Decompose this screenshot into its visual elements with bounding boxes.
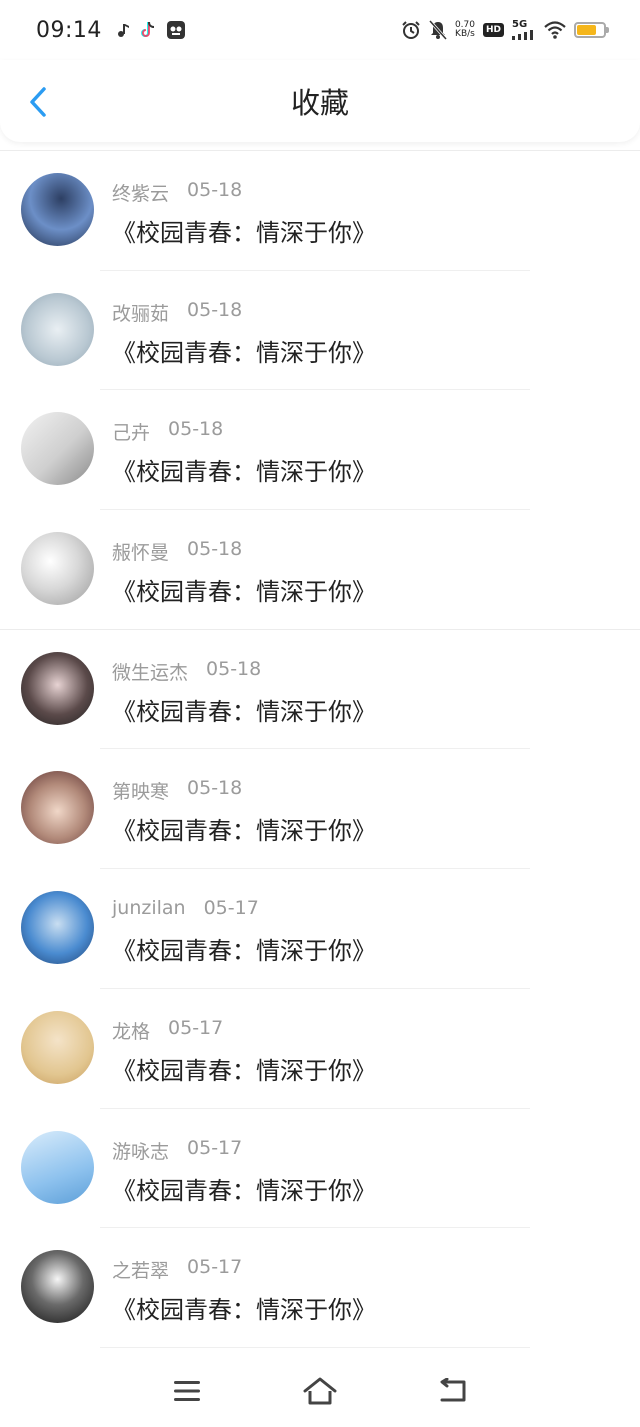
item-meta: 己卉 05-18 [112,418,223,445]
system-nav-bar [0,1355,640,1427]
avatar[interactable] [21,651,94,725]
item-date: 05-17 [168,1016,224,1039]
favorite-item[interactable]: 己卉 05-18 《校园青春：情深于你》 [0,390,640,511]
item-title[interactable]: 《校园青春：情深于你》 [112,1171,376,1206]
item-title[interactable]: 《校园青春：情深于你》 [112,572,376,607]
item-meta: 微生运杰 05-18 [112,658,261,685]
header-bar: 收藏 [0,60,640,142]
avatar[interactable] [21,532,94,606]
home-button[interactable] [300,1371,340,1411]
item-date: 05-17 [187,1136,243,1159]
item-divider [100,1346,530,1348]
user-name[interactable]: 第映寒 [112,777,169,804]
tiktok-icon [140,21,154,37]
item-title[interactable]: 《校园青春：情深于你》 [112,1051,376,1086]
item-title[interactable]: 《校园青春：情深于你》 [112,333,376,368]
user-name[interactable]: 赧怀曼 [112,538,169,565]
signal-icon: 5G [512,20,536,40]
item-date: 05-18 [187,777,243,800]
net-speed-unit: KB/s [455,29,475,39]
item-title[interactable]: 《校园青春：情深于你》 [112,931,376,966]
item-meta: 游咏志 05-17 [112,1137,242,1164]
user-name[interactable]: 终紫云 [112,179,169,206]
menu-icon [173,1381,200,1401]
signal-label: 5G [512,19,528,30]
item-date: 05-18 [187,298,243,321]
status-bar: 09:14 0.70 KB/s HD 5G [0,0,640,60]
notification-icons [116,20,186,40]
avatar[interactable] [21,173,94,246]
system-icons: 0.70 KB/s HD 5G [401,20,609,40]
item-date: 05-17 [203,897,259,920]
item-date: 05-18 [206,657,262,680]
favorite-item[interactable]: 第映寒 05-18 《校园青春：情深于你》 [0,749,640,870]
home-icon [303,1377,337,1405]
favorite-item[interactable]: 游咏志 05-17 《校园青春：情深于你》 [0,1109,640,1229]
wifi-icon [544,21,566,39]
avatar[interactable] [21,292,94,366]
return-button[interactable] [433,1371,473,1411]
item-title[interactable]: 《校园青春：情深于你》 [112,452,376,487]
avatar[interactable] [21,1010,94,1084]
avatar[interactable] [21,1250,94,1324]
item-meta: junzilan 05-17 [112,897,259,919]
music-note-icon [117,24,129,37]
user-name[interactable]: 己卉 [112,418,150,445]
avatar[interactable] [21,1130,94,1204]
item-title[interactable]: 《校园青春：情深于你》 [112,811,376,846]
net-speed: 0.70 KB/s [455,21,475,39]
favorite-item[interactable]: 龙格 05-17 《校园青春：情深于你》 [0,989,640,1109]
favorite-item[interactable]: 改骊茹 05-18 《校园青春：情深于你》 [0,271,640,391]
item-meta: 赧怀曼 05-18 [112,538,242,565]
favorite-item[interactable]: 微生运杰 05-18 《校园青春：情深于你》 [0,630,640,750]
avatar[interactable] [21,771,94,845]
alarm-icon [402,21,420,39]
user-name[interactable]: junzilan [112,897,186,919]
menu-button[interactable] [167,1371,207,1411]
item-date: 05-18 [168,418,224,441]
item-title[interactable]: 《校园青春：情深于你》 [112,1290,376,1325]
item-meta: 之若翠 05-17 [112,1256,242,1283]
back-icon [440,1378,466,1402]
favorite-item[interactable]: 终紫云 05-18 《校园青春：情深于你》 [0,151,640,271]
hd-badge: HD [482,23,504,37]
item-date: 05-18 [187,538,243,561]
battery-fill [577,25,596,35]
item-title[interactable]: 《校园青春：情深于你》 [112,213,376,248]
user-name[interactable]: 游咏志 [112,1137,169,1164]
item-title[interactable]: 《校园青春：情深于你》 [112,692,376,727]
user-name[interactable]: 微生运杰 [112,658,188,685]
item-meta: 改骊茹 05-18 [112,299,242,326]
avatar[interactable] [21,891,94,965]
chevron-left-icon [30,87,46,117]
app-icon [166,21,185,39]
back-button[interactable] [18,82,58,122]
user-name[interactable]: 之若翠 [112,1256,169,1283]
favorite-item[interactable]: 之若翠 05-17 《校园青春：情深于你》 [0,1228,640,1348]
user-name[interactable]: 改骊茹 [112,299,169,326]
item-date: 05-18 [187,179,243,201]
item-date: 05-17 [187,1256,243,1279]
user-name[interactable]: 龙格 [112,1017,150,1044]
page-title: 收藏 [290,86,349,120]
status-time: 09:14 [36,17,102,43]
avatar[interactable] [21,412,94,486]
favorite-item[interactable]: junzilan 05-17 《校园青春：情深于你》 [0,869,640,989]
item-meta: 终紫云 05-18 [112,179,242,206]
favorite-item[interactable]: 赧怀曼 05-18 《校园青春：情深于你》 [0,510,640,630]
favorites-list: 终紫云 05-18 《校园青春：情深于你》 改骊茹 05-18 《校园青春：情深于你》 己卉… [0,150,640,1348]
bell-off-icon [428,20,447,40]
battery-icon [574,22,609,38]
item-meta: 龙格 05-17 [112,1017,223,1044]
item-meta: 第映寒 05-18 [112,777,242,804]
